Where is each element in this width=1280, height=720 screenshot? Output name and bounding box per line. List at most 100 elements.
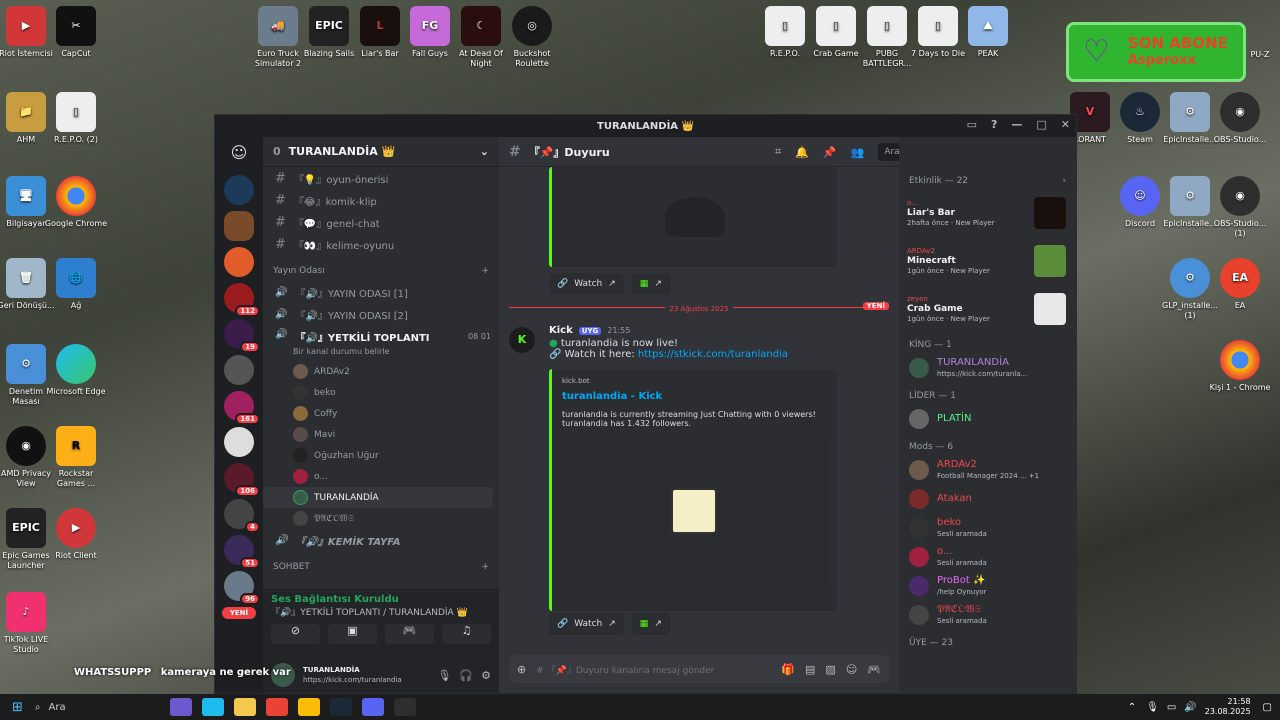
member-row[interactable]: TURANLANDİA https://kick.com/turanla... xyxy=(899,353,1076,382)
voice-user[interactable]: o... xyxy=(263,466,499,487)
activity-card[interactable]: zeyen Crab Game 1gün önce · New Player xyxy=(899,285,1076,333)
tray-chevron-icon[interactable]: ⌃ xyxy=(1128,702,1136,713)
plus-icon[interactable]: + xyxy=(481,562,489,572)
notification-icon[interactable]: ▢ xyxy=(1263,702,1272,713)
server-icon[interactable]: 112 xyxy=(224,283,260,317)
voice-user[interactable]: Coffy xyxy=(263,403,499,424)
message-composer[interactable]: ⊕ # 『📌』Duyuru kanalına mesaj gönder 🎁 ▤ … xyxy=(509,655,889,683)
activity-button[interactable]: 🎮 xyxy=(385,624,434,644)
desktop-icon-network[interactable]: 🌐 Ağ xyxy=(44,258,108,311)
windows-start-icon[interactable]: ⊞ xyxy=(12,700,23,715)
member-row[interactable]: beko Sesli aramada xyxy=(899,513,1076,542)
plus-circle-icon[interactable]: ⊕ xyxy=(517,663,526,676)
server-icon[interactable]: 106 xyxy=(224,463,260,497)
desktop-icon-rockstar[interactable]: R Rockstar Games ... xyxy=(44,426,108,489)
close-button[interactable]: ✕ xyxy=(1061,118,1070,131)
taskbar-chrome-profile-icon[interactable] xyxy=(297,698,320,716)
category-sohbet[interactable]: SOHBET + xyxy=(263,557,499,577)
desktop-icon-peak[interactable]: ⛰ PEAK xyxy=(956,6,1020,59)
channel-kelime-oyunu[interactable]: # 『👀』kelime-oyunu xyxy=(263,233,499,255)
member-row[interactable]: Atakan xyxy=(899,484,1076,513)
kick-avatar[interactable]: K xyxy=(509,327,535,353)
message-author[interactable]: Kick xyxy=(549,325,573,336)
headphones-icon[interactable]: 🎧 xyxy=(459,669,473,682)
server-icon[interactable]: 19 xyxy=(224,319,260,353)
server-icon[interactable] xyxy=(224,247,254,277)
taskbar-discord-icon[interactable] xyxy=(361,698,384,716)
member-row[interactable]: PLATİN xyxy=(899,404,1076,433)
camera-off-button[interactable]: ⊘ xyxy=(271,624,320,644)
channel-status[interactable]: Bir kanal durumu belirle xyxy=(263,347,499,361)
desktop-icon-buckshot[interactable]: ◎ Buckshot Roulette xyxy=(500,6,564,69)
member-row[interactable]: ProBot ✨/help Oynuyor xyxy=(899,571,1076,600)
voice-channel-yayin-2[interactable]: 🔊 『🔊』YAYIN ODASI [2] xyxy=(263,303,499,325)
desktop-icon-chrome-profile[interactable]: Kişi 1 - Chrome xyxy=(1208,340,1272,393)
mic-tray-icon[interactable]: 🎙 xyxy=(1146,702,1159,713)
watch-button[interactable]: 🔗 Watch ↗ xyxy=(549,273,624,295)
voice-channel-kemik[interactable]: 🔊 『🔊』KEMİK TAYFA xyxy=(263,529,499,551)
bell-icon[interactable]: 🔔 xyxy=(795,146,809,159)
server-icon[interactable]: 51 xyxy=(224,535,260,569)
activity-card[interactable]: o... Liar's Bar 2hafta önce · New Player xyxy=(899,189,1076,237)
member-row[interactable]: o... Sesli aramada xyxy=(899,542,1076,571)
voice-user[interactable]: TURANLANDİA xyxy=(263,487,493,508)
activity-header[interactable]: Etkinlik — 22 › xyxy=(899,173,1076,189)
voice-channel-yetkili[interactable]: 🔊 『🔊』YETKİLİ TOPLANTI 08 01 xyxy=(263,325,499,347)
discord-home-icon[interactable]: ☺ xyxy=(224,143,254,165)
server-icon[interactable]: 96 xyxy=(224,571,260,605)
voice-user[interactable]: Oğuzhan Uğur xyxy=(263,445,499,466)
new-unread-pill[interactable]: YENİ xyxy=(222,607,256,619)
sticker-icon[interactable]: ▧ xyxy=(825,663,835,676)
member-row[interactable]: 𝔓𝔄ℭ𝔒𝔚𝔖 Sesli aramada xyxy=(899,600,1076,629)
activity-card[interactable]: ARDAv2 Minecraft 1gün önce · New Player xyxy=(899,237,1076,285)
voice-user[interactable]: beko xyxy=(263,382,499,403)
network-icon[interactable]: ▭ xyxy=(1167,702,1176,713)
voice-channel-yayin-1[interactable]: 🔊 『🔊』YAYIN ODASI [1] xyxy=(263,281,499,303)
screen-share-button[interactable]: ▣ xyxy=(328,624,377,644)
threads-icon[interactable]: ⌗ xyxy=(775,145,781,159)
desktop-icon-ea[interactable]: EA EA xyxy=(1208,258,1272,311)
taskbar-obs-icon[interactable] xyxy=(393,698,416,716)
watch-button[interactable]: 🔗 Watch ↗ xyxy=(549,613,624,635)
minimize-button[interactable]: — xyxy=(1011,118,1022,131)
maximize-button[interactable]: □ xyxy=(1036,118,1046,131)
server-icon[interactable] xyxy=(224,427,254,457)
server-icon-active[interactable] xyxy=(224,211,254,241)
inbox-icon[interactable]: ▭ xyxy=(967,118,977,131)
channel-oyun-onerisi[interactable]: # 『💡』oyun-önerisi xyxy=(263,167,499,189)
server-icon[interactable]: 161 xyxy=(224,391,260,425)
server-header[interactable]: 0 TURANLANDİA 👑 ⌄ xyxy=(263,137,499,167)
gif-icon[interactable]: ▤ xyxy=(805,663,815,676)
desktop-icon-chrome[interactable]: Google Chrome xyxy=(44,176,108,229)
embed-title[interactable]: turanlandia - Kick xyxy=(562,391,827,402)
kick-open-button[interactable]: ▦ ↗ xyxy=(631,273,670,295)
desktop-icon-edge[interactable]: Microsoft Edge xyxy=(44,344,108,397)
channel-komik-klip[interactable]: # 『😂』komik-klip xyxy=(263,189,499,211)
pin-icon[interactable]: 📌 xyxy=(823,146,837,159)
category-yayin-odasi[interactable]: Yayın Odası + xyxy=(263,261,499,281)
mic-icon[interactable]: 🎙 xyxy=(437,669,451,682)
desktop-icon-obs1[interactable]: ◉ OBS-Studio... xyxy=(1208,92,1272,145)
server-icon[interactable] xyxy=(224,175,254,205)
taskbar-explorer-icon[interactable] xyxy=(233,698,256,716)
taskbar-edge-icon[interactable] xyxy=(201,698,224,716)
clock[interactable]: 21:58 23.08.2025 xyxy=(1205,697,1251,717)
desktop-icon-repo2[interactable]: ▯ R.E.P.O. (2) xyxy=(44,92,108,145)
server-icon[interactable]: 4 xyxy=(224,499,260,533)
taskbar-search[interactable]: ⌕ Ara xyxy=(35,697,165,717)
taskbar-chrome-icon[interactable] xyxy=(265,698,288,716)
activity-icon[interactable]: 🎮 xyxy=(867,663,881,676)
voice-user[interactable]: Mavi xyxy=(263,424,499,445)
desktop-icon-capcut[interactable]: ✂ CapCut xyxy=(44,6,108,59)
settings-icon[interactable]: ⚙ xyxy=(481,669,491,682)
desktop-icon-obs2[interactable]: ◉ OBS-Studio... (1) xyxy=(1208,176,1272,239)
emoji-icon[interactable]: ☺ xyxy=(846,663,857,676)
plus-icon[interactable]: + xyxy=(481,266,489,276)
server-icon[interactable] xyxy=(224,355,254,385)
gift-icon[interactable]: 🎁 xyxy=(781,663,795,676)
stream-link[interactable]: https://stkick.com/turanlandia xyxy=(638,349,788,360)
help-icon[interactable]: ? xyxy=(991,118,997,131)
voice-user[interactable]: ARDAv2 xyxy=(263,361,499,382)
desktop-icon-tiktok[interactable]: ♪ TikTok LIVE Studio xyxy=(0,592,58,655)
volume-icon[interactable]: 🔊 xyxy=(1184,702,1196,713)
